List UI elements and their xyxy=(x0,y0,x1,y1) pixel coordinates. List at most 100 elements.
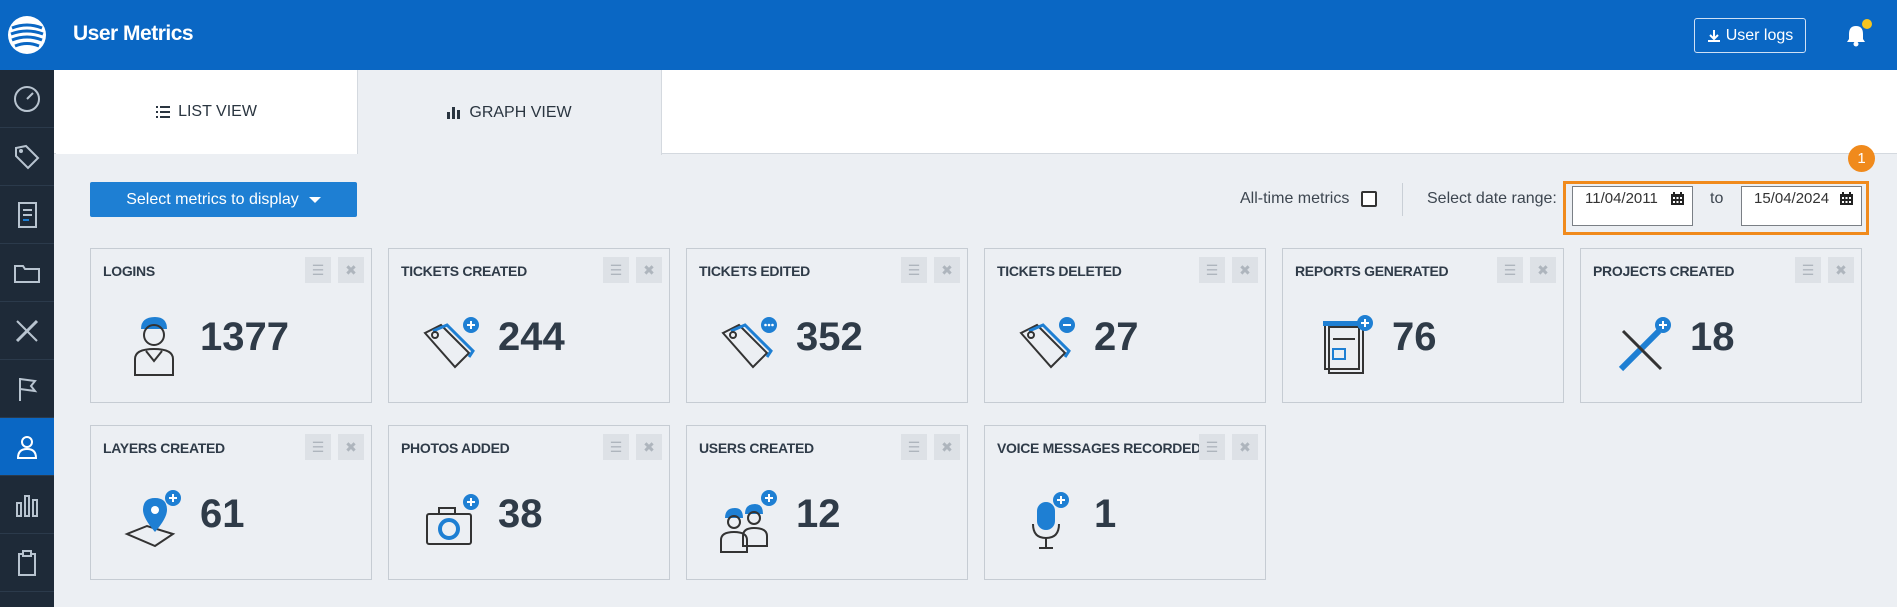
date-range-label: Select date range: xyxy=(1427,190,1557,207)
metric-value: 18 xyxy=(1690,315,1735,359)
page-title: User Metrics xyxy=(73,22,194,45)
card-menu-button[interactable]: ☰ xyxy=(305,257,331,283)
card-menu-button[interactable]: ☰ xyxy=(901,257,927,283)
metric-card-voice-messages-recorded: VOICE MESSAGES RECORDED ☰ ✖ 1 xyxy=(984,425,1266,580)
metric-value: 61 xyxy=(200,492,245,536)
sidebar-item-flags[interactable] xyxy=(0,360,54,418)
card-close-button[interactable]: ✖ xyxy=(1232,434,1258,460)
microphone-icon xyxy=(1032,492,1069,549)
card-close-button[interactable]: ✖ xyxy=(636,257,662,283)
metric-card-tickets-edited: TICKETS EDITED ☰ ✖ 352 xyxy=(686,248,968,403)
ticket-delete-icon xyxy=(1019,317,1075,369)
card-close-button[interactable]: ✖ xyxy=(338,434,364,460)
card-menu-button[interactable]: ☰ xyxy=(901,434,927,460)
metric-title: VOICE MESSAGES RECORDED xyxy=(997,440,1201,456)
notification-dot xyxy=(1862,19,1872,29)
calendar-icon xyxy=(1840,192,1853,205)
card-close-button[interactable]: ✖ xyxy=(1530,257,1556,283)
all-time-metrics-label: All-time metrics xyxy=(1240,190,1350,207)
ruler-pencil-icon xyxy=(15,319,39,342)
tab-graph-view[interactable]: GRAPH VIEW xyxy=(358,70,662,155)
card-close-button[interactable]: ✖ xyxy=(1232,257,1258,283)
flag-icon xyxy=(19,377,38,401)
calendar-icon xyxy=(1671,192,1684,205)
to-label: to xyxy=(1710,190,1724,207)
card-menu-button[interactable]: ☰ xyxy=(1199,257,1225,283)
user-logs-label: User logs xyxy=(1725,26,1794,44)
view-tabs: LIST VIEW GRAPH VIEW xyxy=(54,70,1897,155)
metric-card-tickets-created: TICKETS CREATED ☰ ✖ 244 xyxy=(388,248,670,403)
worker-icon xyxy=(134,317,174,376)
user-icon xyxy=(16,435,38,459)
document-icon xyxy=(18,201,37,228)
metric-title: TICKETS DELETED xyxy=(997,263,1122,279)
sidebar-item-tasks[interactable] xyxy=(0,534,54,592)
metric-card-photos-added: PHOTOS ADDED ☰ ✖ 38 xyxy=(388,425,670,580)
sidebar xyxy=(0,0,54,607)
toolbar-divider xyxy=(1402,183,1403,216)
ticket-add-icon xyxy=(423,317,479,369)
sidebar-item-tickets[interactable] xyxy=(0,128,54,186)
sidebar-item-users[interactable] xyxy=(0,418,54,476)
metric-card-reports-generated: REPORTS GENERATED ☰ ✖ 76 xyxy=(1282,248,1564,403)
metric-title: TICKETS EDITED xyxy=(699,263,810,279)
card-menu-button[interactable]: ☰ xyxy=(1497,257,1523,283)
bar-chart-icon xyxy=(447,106,461,119)
sidebar-item-reports[interactable] xyxy=(0,186,54,244)
date-to-value: 15/04/2024 xyxy=(1754,190,1830,207)
card-menu-button[interactable]: ☰ xyxy=(1795,257,1821,283)
list-icon xyxy=(156,106,171,118)
metric-card-users-created: USERS CREATED ☰ ✖ 12 xyxy=(686,425,968,580)
card-menu-button[interactable]: ☰ xyxy=(1199,434,1225,460)
metric-card-layers-created: LAYERS CREATED ☰ ✖ 61 xyxy=(90,425,372,580)
tab-list-view[interactable]: LIST VIEW xyxy=(56,70,358,154)
card-menu-button[interactable]: ☰ xyxy=(603,257,629,283)
card-menu-button[interactable]: ☰ xyxy=(603,434,629,460)
layer-icon xyxy=(124,490,181,548)
metric-title: LAYERS CREATED xyxy=(103,440,225,456)
ticket-edit-icon xyxy=(721,317,777,369)
card-close-button[interactable]: ✖ xyxy=(636,434,662,460)
clipboard-icon xyxy=(18,549,36,576)
sidebar-item-dashboard[interactable] xyxy=(0,70,54,128)
sidebar-item-folders[interactable] xyxy=(0,244,54,302)
metric-card-logins: LOGINS ☰ ✖ 1377 xyxy=(90,248,372,403)
user-logs-button[interactable]: User logs xyxy=(1694,18,1806,53)
bar-chart-icon xyxy=(16,494,38,517)
sidebar-item-projects[interactable] xyxy=(0,302,54,360)
dashboard-icon xyxy=(14,85,40,112)
metric-value: 1 xyxy=(1094,492,1117,536)
all-time-metrics-checkbox[interactable] xyxy=(1361,191,1377,207)
logo-icon xyxy=(8,16,46,54)
tag-icon xyxy=(15,144,40,169)
metric-value: 1377 xyxy=(200,315,289,359)
card-close-button[interactable]: ✖ xyxy=(338,257,364,283)
metric-value: 12 xyxy=(796,492,841,536)
sidebar-item-metrics[interactable] xyxy=(0,476,54,534)
metric-value: 244 xyxy=(498,315,565,359)
card-close-button[interactable]: ✖ xyxy=(934,434,960,460)
card-close-button[interactable]: ✖ xyxy=(1828,257,1854,283)
metric-title: LOGINS xyxy=(103,263,155,279)
folder-icon xyxy=(14,264,40,283)
tab-list-view-label: LIST VIEW xyxy=(178,103,257,120)
metric-value: 352 xyxy=(796,315,863,359)
date-from-input[interactable]: 11/04/2011 xyxy=(1572,186,1693,226)
annotation-badge: 1 xyxy=(1848,145,1875,172)
card-menu-button[interactable]: ☰ xyxy=(305,434,331,460)
metric-value: 38 xyxy=(498,492,543,536)
tab-graph-view-label: GRAPH VIEW xyxy=(469,103,572,121)
app-header: User Metrics User logs xyxy=(54,0,1897,70)
caret-down-icon xyxy=(308,196,321,203)
card-close-button[interactable]: ✖ xyxy=(934,257,960,283)
metric-card-projects-created: PROJECTS CREATED ☰ ✖ 18 xyxy=(1580,248,1862,403)
metric-value: 76 xyxy=(1392,315,1437,359)
app-logo[interactable] xyxy=(0,0,54,70)
camera-icon xyxy=(426,494,479,545)
project-icon xyxy=(1618,317,1671,372)
report-icon xyxy=(1323,315,1373,374)
select-metrics-button[interactable]: Select metrics to display xyxy=(90,182,357,217)
download-icon xyxy=(1707,29,1720,42)
metric-title: PHOTOS ADDED xyxy=(401,440,510,456)
date-to-input[interactable]: 15/04/2024 xyxy=(1741,186,1862,226)
